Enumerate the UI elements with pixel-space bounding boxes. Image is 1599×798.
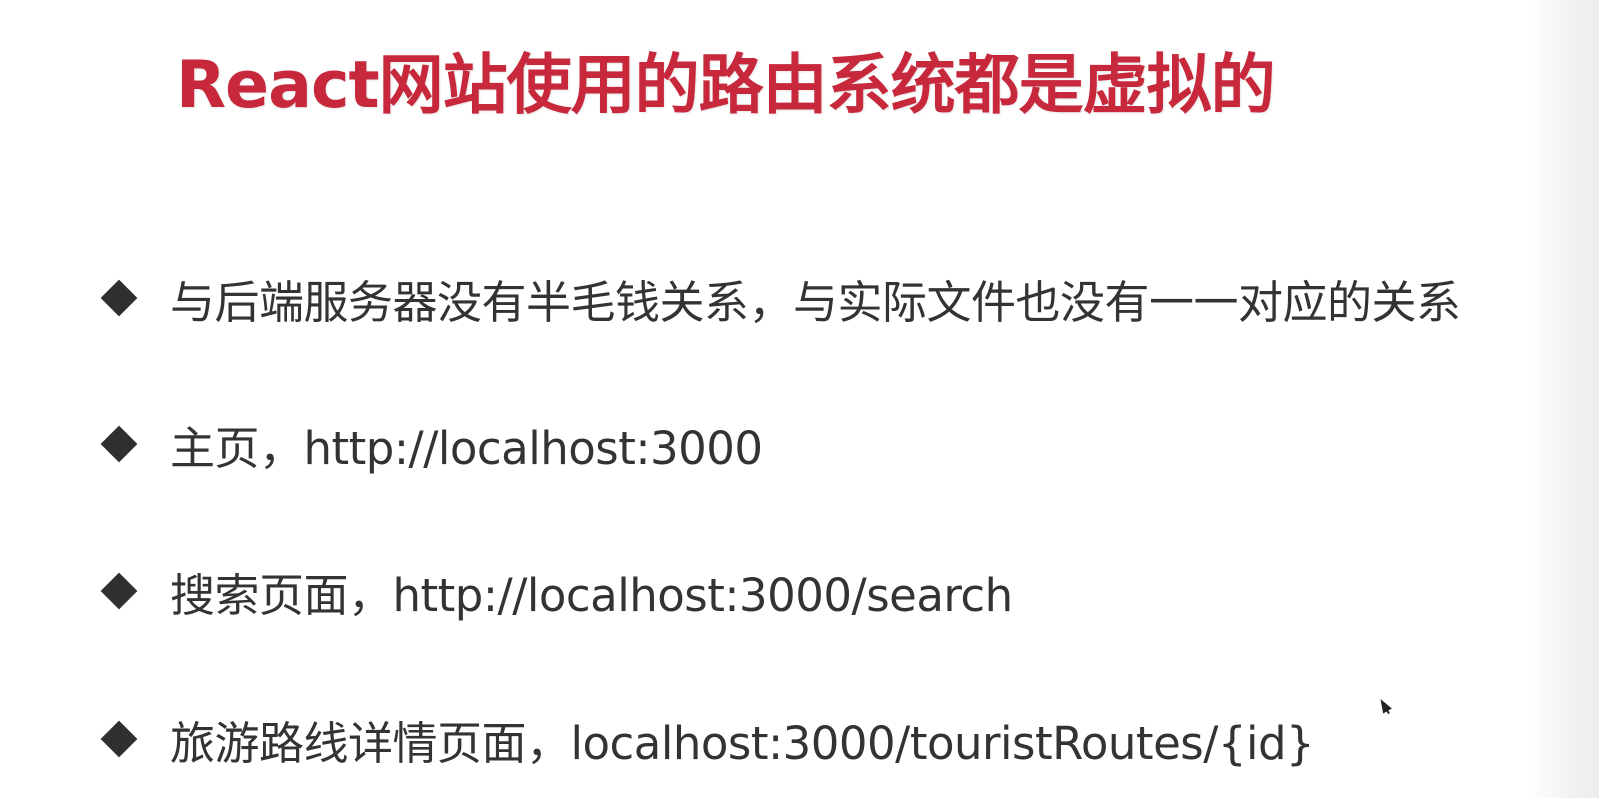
bullet-item: 旅游路线详情页面，localhost:3000/touristRoutes/{i…: [100, 709, 1315, 770]
bullet-text: 搜索页面，http://localhost:3000/search: [170, 568, 1013, 622]
diamond-bullet-icon: [100, 720, 138, 758]
bullet-item: 主页，http://localhost:3000: [100, 414, 763, 475]
bullet-text: 主页，http://localhost:3000: [170, 421, 763, 475]
bullet-item: 与后端服务器没有半毛钱关系，与实际文件也没有一一对应的关系: [100, 268, 1461, 329]
bullet-item: 搜索页面，http://localhost:3000/search: [100, 561, 1013, 622]
presentation-slide: React网站使用的路由系统都是虚拟的 与后端服务器没有半毛钱关系，与实际文件也…: [0, 0, 1599, 798]
bullet-text: 旅游路线详情页面，localhost:3000/touristRoutes/{i…: [170, 716, 1315, 770]
bullet-list: 与后端服务器没有半毛钱关系，与实际文件也没有一一对应的关系 主页，http://…: [0, 0, 1599, 798]
diamond-bullet-icon: [100, 279, 138, 317]
diamond-bullet-icon: [100, 425, 138, 463]
diamond-bullet-icon: [100, 572, 138, 610]
bullet-text: 与后端服务器没有半毛钱关系，与实际文件也没有一一对应的关系: [170, 275, 1461, 329]
